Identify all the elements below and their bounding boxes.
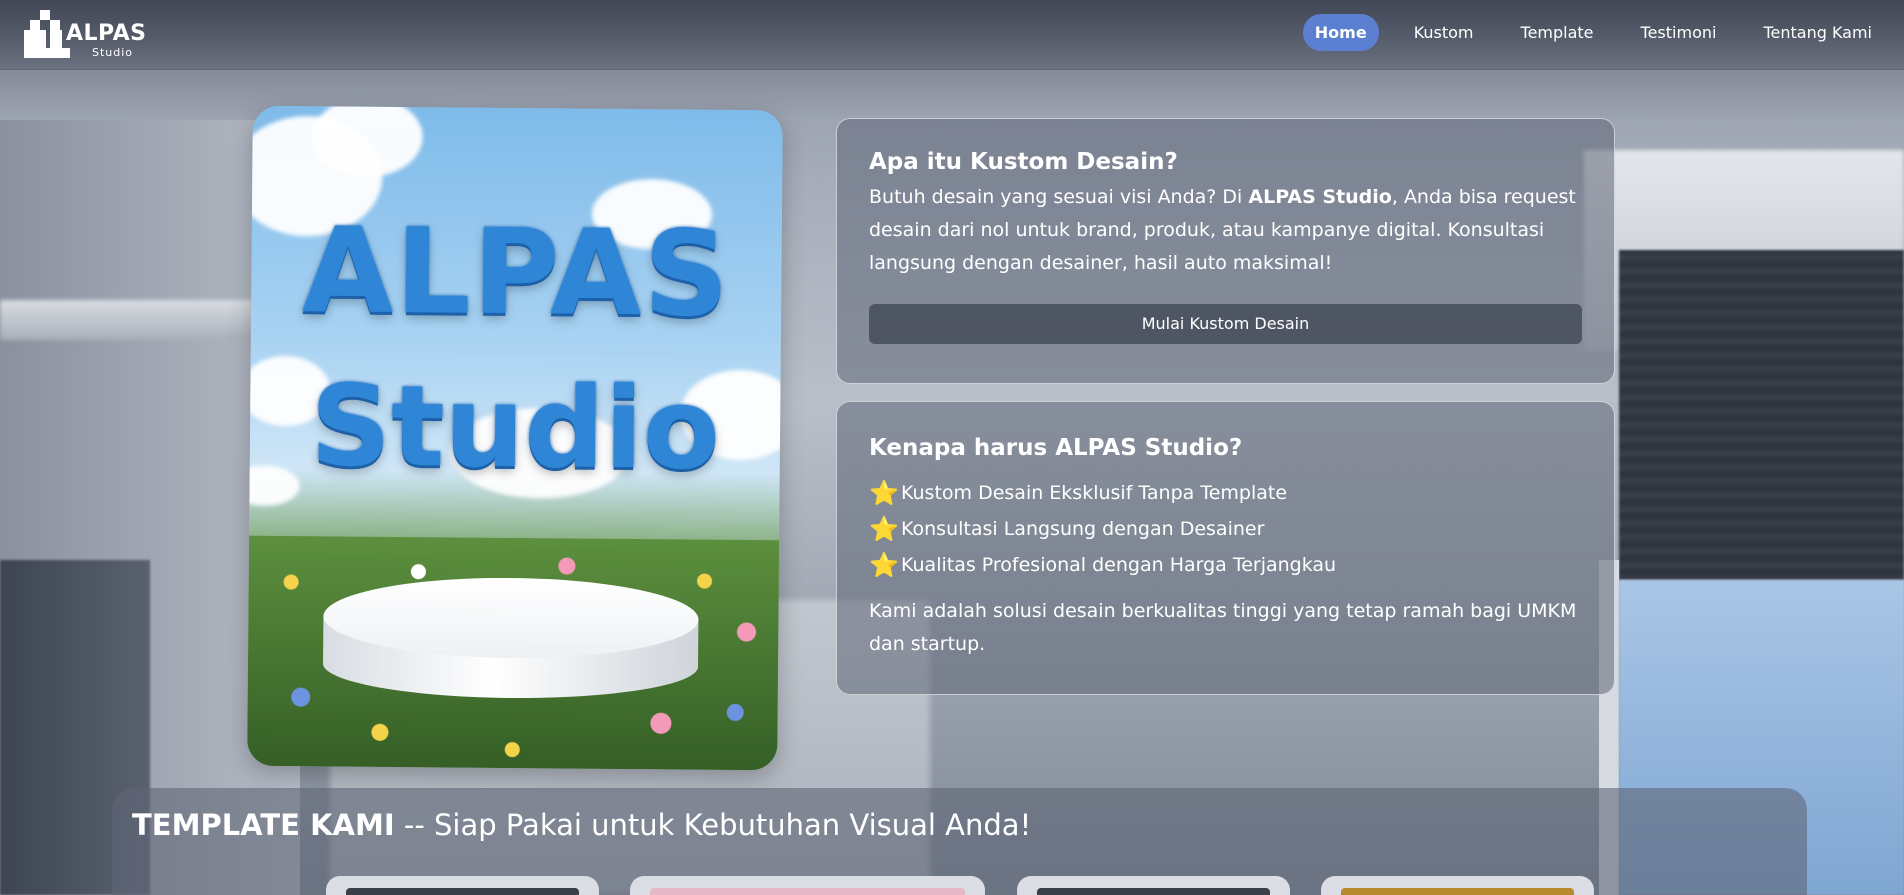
logo-mark-icon <box>24 10 70 58</box>
kustom-description: Butuh desain yang sesuai visi Anda? Di A… <box>869 186 1576 274</box>
poster-podium <box>322 576 699 700</box>
mulai-kustom-desain-button[interactable]: Mulai Kustom Desain <box>869 304 1582 344</box>
nav-testimoni[interactable]: Testimoni <box>1629 14 1729 51</box>
why-title: Kenapa harus ALPAS Studio? <box>869 435 1243 461</box>
list-item: ⭐ Konsultasi Langsung dengan Desainer <box>869 511 1582 547</box>
template-card[interactable] <box>1321 876 1594 895</box>
template-card[interactable] <box>326 876 599 895</box>
nav-home[interactable]: Home <box>1302 14 1379 51</box>
brand-logo[interactable]: ALPAS Studio <box>24 10 146 60</box>
poster-title-line1: ALPAS <box>301 201 732 343</box>
template-section: TEMPLATE KAMI -- Siap Pakai untuk Kebutu… <box>112 788 1807 895</box>
nav-tentang-kami[interactable]: Tentang Kami <box>1751 14 1884 51</box>
hero-poster-image: ALPAS Studio <box>247 105 783 771</box>
why-points-list: ⭐ Kustom Desain Eksklusif Tanpa Template … <box>869 475 1582 583</box>
star-icon: ⭐ <box>869 551 899 579</box>
list-item: ⭐ Kustom Desain Eksklusif Tanpa Template <box>869 475 1582 511</box>
list-item: ⭐ Kualitas Profesional dengan Harga Terja… <box>869 547 1582 583</box>
brand-name: ALPAS <box>66 21 147 46</box>
kustom-desain-card: Apa itu Kustom Desain? Butuh desain yang… <box>836 118 1615 384</box>
template-card[interactable] <box>630 876 985 895</box>
why-summary: Kami adalah solusi desain berkualitas ti… <box>869 600 1577 655</box>
main-nav: Home Kustom Template Testimoni Tentang K… <box>1280 14 1884 51</box>
star-icon: ⭐ <box>869 515 899 543</box>
kustom-title: Apa itu Kustom Desain? <box>869 149 1178 175</box>
brand-subtitle: Studio <box>92 46 134 59</box>
template-card[interactable] <box>1017 876 1290 895</box>
template-heading: TEMPLATE KAMI -- Siap Pakai untuk Kebutu… <box>132 808 1032 842</box>
star-icon: ⭐ <box>869 479 899 507</box>
bg-window-shade <box>1619 250 1904 580</box>
why-alpas-card: Kenapa harus ALPAS Studio? ⭐ Kustom Desai… <box>836 401 1615 695</box>
poster-title-line2: Studio <box>309 361 721 495</box>
site-header: ALPAS Studio Home Kustom Template Testim… <box>0 0 1904 70</box>
nav-template[interactable]: Template <box>1509 14 1606 51</box>
nav-kustom[interactable]: Kustom <box>1402 14 1486 51</box>
